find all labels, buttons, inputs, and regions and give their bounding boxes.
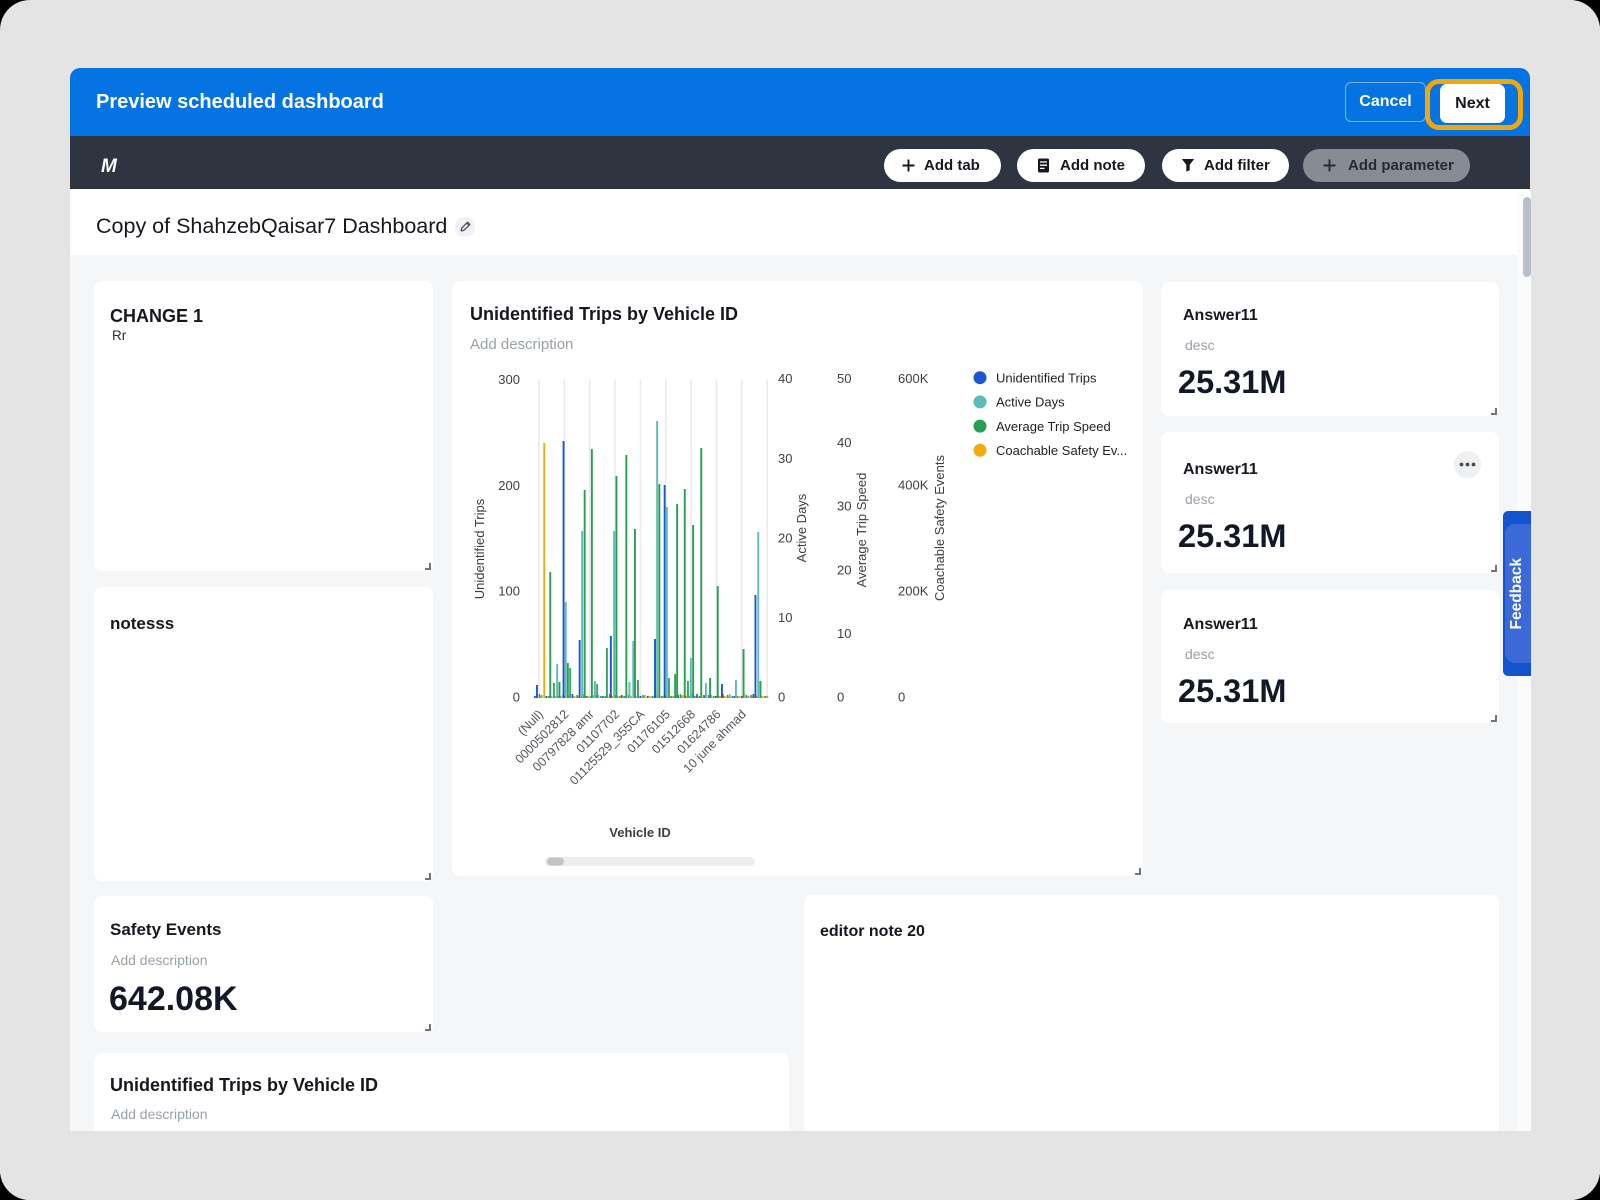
svg-text:Average Trip Speed: Average Trip Speed [996,419,1111,434]
svg-text:40: 40 [778,371,792,386]
svg-text:Unidentified Trips: Unidentified Trips [996,371,1097,386]
svg-text:200: 200 [498,478,520,493]
svg-text:Active Days: Active Days [996,395,1065,410]
svg-text:30: 30 [778,451,792,466]
svg-text:0: 0 [778,690,785,705]
svg-text:Vehicle ID: Vehicle ID [609,825,670,840]
svg-text:300: 300 [498,372,520,387]
svg-text:Coachable Safety Events: Coachable Safety Events [932,455,947,601]
svg-text:200K: 200K [898,583,929,598]
svg-text:Coachable Safety Ev...: Coachable Safety Ev... [996,443,1127,458]
svg-text:30: 30 [837,499,851,514]
svg-text:Average Trip Speed: Average Trip Speed [854,473,869,588]
svg-text:20: 20 [778,530,792,545]
svg-text:Active Days: Active Days [794,493,809,562]
svg-text:600K: 600K [898,371,929,386]
svg-text:Unidentified Trips: Unidentified Trips [472,498,487,599]
svg-text:40: 40 [837,435,851,450]
svg-text:100: 100 [498,584,520,599]
svg-text:20: 20 [837,562,851,577]
svg-text:50: 50 [837,371,851,386]
svg-text:0: 0 [837,690,844,705]
svg-text:0: 0 [513,690,520,705]
svg-text:400K: 400K [898,477,929,492]
svg-text:10: 10 [837,626,851,641]
svg-text:10: 10 [778,610,792,625]
svg-text:0: 0 [898,690,905,705]
